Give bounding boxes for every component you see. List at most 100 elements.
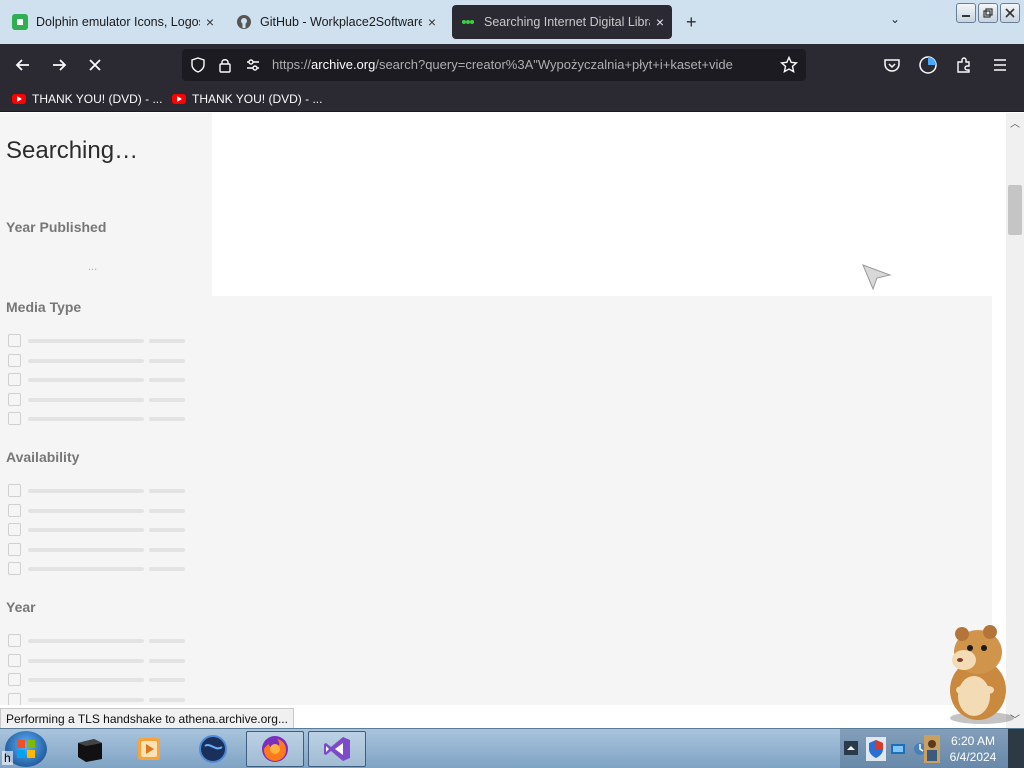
tray-user-icon[interactable] [924,735,940,768]
clock-date: 6/4/2024 [949,750,997,764]
facet-placeholder-row [6,634,186,648]
page-content: Searching… Year Published ... Media Type… [0,113,1006,705]
show-hidden-icons-button[interactable] [844,741,858,760]
tab-label: Dolphin emulator Icons, Logos, [36,15,200,29]
checkbox[interactable] [8,673,21,686]
url-host: archive.org [311,57,376,72]
close-tab-icon[interactable]: × [656,14,664,30]
checkbox[interactable] [8,393,21,406]
checkbox[interactable] [8,504,21,517]
clock[interactable]: 6:20 AM 6/4/2024 [943,733,1003,765]
tab-dolphin-icons[interactable]: Dolphin emulator Icons, Logos, × [4,5,222,39]
tray-arrow-icon [844,741,858,755]
checkbox[interactable] [8,654,21,667]
forward-button[interactable] [46,52,72,78]
facet-placeholder-row [6,373,186,387]
close-icon [89,59,101,71]
checkbox[interactable] [8,484,21,497]
globe-icon [199,735,227,763]
bookmark-item[interactable]: THANK YOU! (DVD) - ... [12,91,162,107]
checkbox[interactable] [8,562,21,575]
taskbar-app-visual-studio[interactable] [308,731,366,767]
url-prefix: https:// [272,57,312,72]
show-desktop-button[interactable] [1008,729,1024,768]
media-player-icon [138,738,160,760]
facet-placeholder-row [6,484,186,498]
checkbox[interactable] [8,334,21,347]
navigation-toolbar: https://archive.org/search?query=creator… [0,44,1024,86]
account-circle-icon [919,56,937,74]
page-title: Searching… [6,137,139,164]
black-box-icon [78,739,102,762]
checkbox[interactable] [8,354,21,367]
facet-availability-title: Availability [6,449,80,465]
tray-shield-icon[interactable] [866,737,886,766]
menu-button[interactable] [987,52,1013,78]
results-loading-placeholder [212,296,992,705]
scroll-up-arrow-icon[interactable]: ︿ [1010,115,1020,130]
scrollbar-thumb[interactable] [1008,185,1022,235]
loading-icon [460,14,476,30]
bookmark-label: THANK YOU! (DVD) - ... [32,92,163,106]
restore-button[interactable] [978,3,998,23]
pocket-button[interactable] [879,52,905,78]
facet-placeholder-row [6,334,186,348]
account-button[interactable] [915,52,941,78]
checkbox[interactable] [8,543,21,556]
close-tab-icon[interactable]: × [428,14,436,30]
taskbar-app-media-player[interactable] [120,731,178,767]
taskbar-app-firefox[interactable] [246,731,304,767]
checkbox[interactable] [8,412,21,425]
close-window-button[interactable] [1000,3,1020,23]
taskbar-app-globe[interactable] [184,731,242,767]
bookmark-item[interactable]: THANK YOU! (DVD) - ... [172,91,322,107]
bookmarks-toolbar: THANK YOU! (DVD) - ... THANK YOU! (DVD) … [0,86,1024,112]
puzzle-piece-icon [957,57,970,73]
hamster-mascot-icon [950,625,1014,724]
url-bar[interactable]: https://archive.org/search?query=creator… [182,49,806,81]
checkbox[interactable] [8,523,21,536]
facet-placeholder-row [6,393,186,407]
facet-placeholder-row [6,673,186,687]
tray-network-icon[interactable] [890,741,906,762]
facet-placeholder-row [6,693,186,705]
tab-archive-search[interactable]: Searching Internet Digital Library × [452,5,672,39]
minimize-button[interactable] [956,3,976,23]
search-facets-sidebar: Searching… Year Published ... Media Type… [0,113,212,705]
hamburger-menu-icon [994,59,1006,71]
lock-icon[interactable] [215,55,235,75]
year-published-loading: ... [88,261,98,273]
taskbar-app-terminal[interactable] [60,731,118,767]
facet-year-published-title: Year Published [6,219,107,235]
windows-logo-icon [17,740,35,758]
url-text[interactable]: https://archive.org/search?query=creator… [272,57,772,72]
tab-github[interactable]: GitHub - Workplace2Software/ × [228,5,444,39]
back-button[interactable] [10,52,36,78]
green-document-icon [12,14,28,30]
chevron-down-icon[interactable]: ⌄ [890,12,900,26]
permissions-icon[interactable] [243,55,263,75]
bookmark-star-icon[interactable] [779,55,799,75]
stop-loading-button[interactable] [82,52,108,78]
facet-year-title: Year [6,599,36,615]
url-path: /search?query=creator%3A"Wypożyczalnia+p… [375,57,733,72]
tracking-protection-shield-icon[interactable] [188,55,208,75]
checkbox[interactable] [8,634,21,647]
windows-taskbar: h 6:20 AM 6/4/2024 [0,728,1024,768]
facet-media-type-title: Media Type [6,299,82,315]
checkbox[interactable] [8,373,21,386]
extensions-button[interactable] [951,52,977,78]
clock-time: 6:20 AM [950,734,996,748]
new-tab-button[interactable]: + [686,12,697,33]
start-overlay-text: h [2,751,13,765]
github-icon [236,14,252,30]
checkbox[interactable] [8,693,21,705]
youtube-icon [12,94,26,104]
tab-label: Searching Internet Digital Library [484,15,650,29]
tab-strip: Dolphin emulator Icons, Logos, × GitHub … [0,0,1024,44]
mouse-pointer-icon [862,264,892,291]
close-tab-icon[interactable]: × [206,14,214,30]
forward-arrow-icon [53,59,67,71]
pocket-icon [884,59,900,72]
facet-placeholder-row [6,543,186,557]
